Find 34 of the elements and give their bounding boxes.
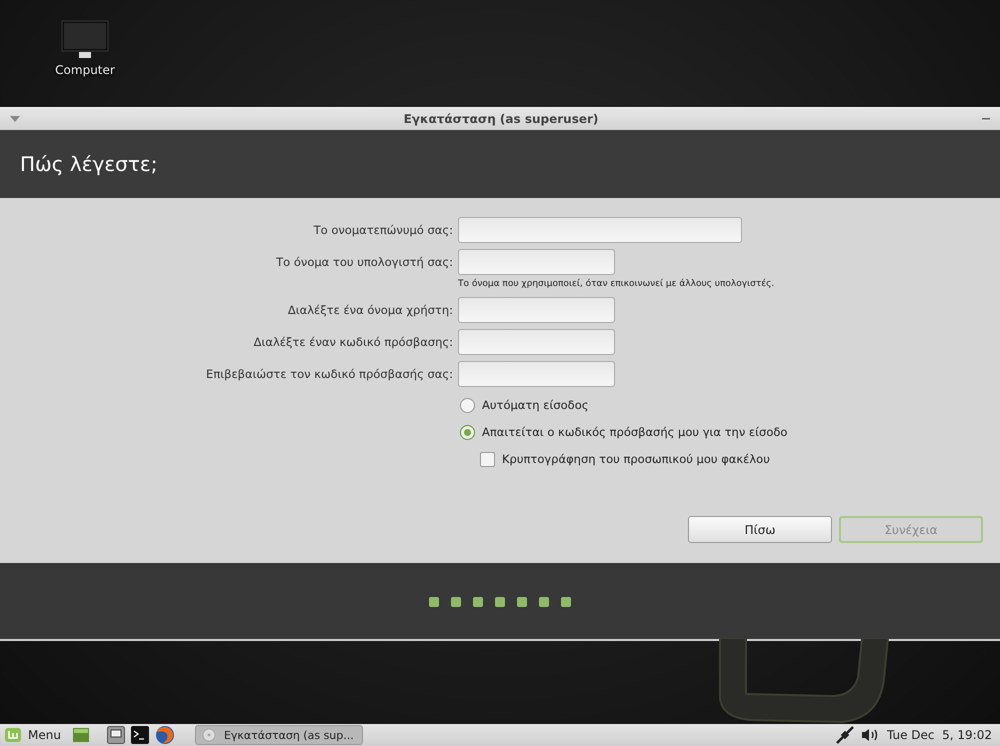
clock[interactable]: Tue Dec 5, 19:02 — [886, 728, 992, 742]
show-desktop-icon[interactable] — [72, 728, 89, 742]
field-label: Διαλέξτε έναν κωδικό πρόσβασης: — [252, 334, 453, 349]
field-label: Το όνομα του υπολογιστή σας: — [275, 254, 453, 269]
taskbar-window-button[interactable]: Εγκατάσταση (as sup... — [194, 725, 363, 745]
menu-logo-icon — [4, 727, 22, 743]
field-hint: Το όνομα που χρησιμοποιεί, όταν επικοινωνεί με άλλους υπολογιστές. — [458, 279, 776, 289]
terminal-icon[interactable] — [130, 726, 149, 744]
text-field[interactable] — [458, 329, 615, 355]
disc-icon — [202, 728, 216, 742]
radio-label[interactable]: Απαιτείται ο κωδικός πρόσβασής μου για την είσοδο — [482, 425, 788, 439]
field-label: Επιβεβαιώστε τον κωδικό πρόσβασής σας: — [205, 366, 453, 381]
checkbox[interactable] — [480, 452, 495, 466]
checkbox-label[interactable]: Κρυπτογράφηση του προσωπικού μου φακέλου — [502, 452, 770, 466]
window-title: Εγκατάσταση (as superuser) — [402, 112, 600, 126]
window-menu-icon[interactable] — [10, 116, 20, 122]
desktop-icon-label[interactable]: Computer — [55, 63, 115, 77]
field-label: Διαλέξτε ένα όνομα χρήστη: — [286, 302, 453, 317]
text-field[interactable] — [458, 361, 615, 387]
radio-label[interactable]: Αυτόματη είσοδος — [482, 398, 588, 412]
radio-button[interactable] — [460, 398, 475, 412]
field-label: Το ονοματεπώνυμό σας: — [312, 222, 453, 237]
network-cable-icon[interactable] — [834, 725, 855, 745]
file-manager-icon[interactable] — [106, 726, 125, 744]
page-heading: Πώς λέγεστε; — [20, 152, 158, 176]
text-field[interactable] — [458, 217, 742, 243]
nav-button[interactable]: Πίσω — [688, 516, 832, 543]
minimize-icon[interactable] — [982, 118, 990, 120]
text-field[interactable] — [458, 249, 615, 275]
radio-button[interactable] — [460, 424, 475, 440]
monitor-icon[interactable] — [61, 20, 109, 60]
menu-button[interactable]: Menu — [4, 727, 67, 743]
browser-globe-icon[interactable] — [154, 725, 175, 745]
text-field[interactable] — [458, 297, 615, 323]
